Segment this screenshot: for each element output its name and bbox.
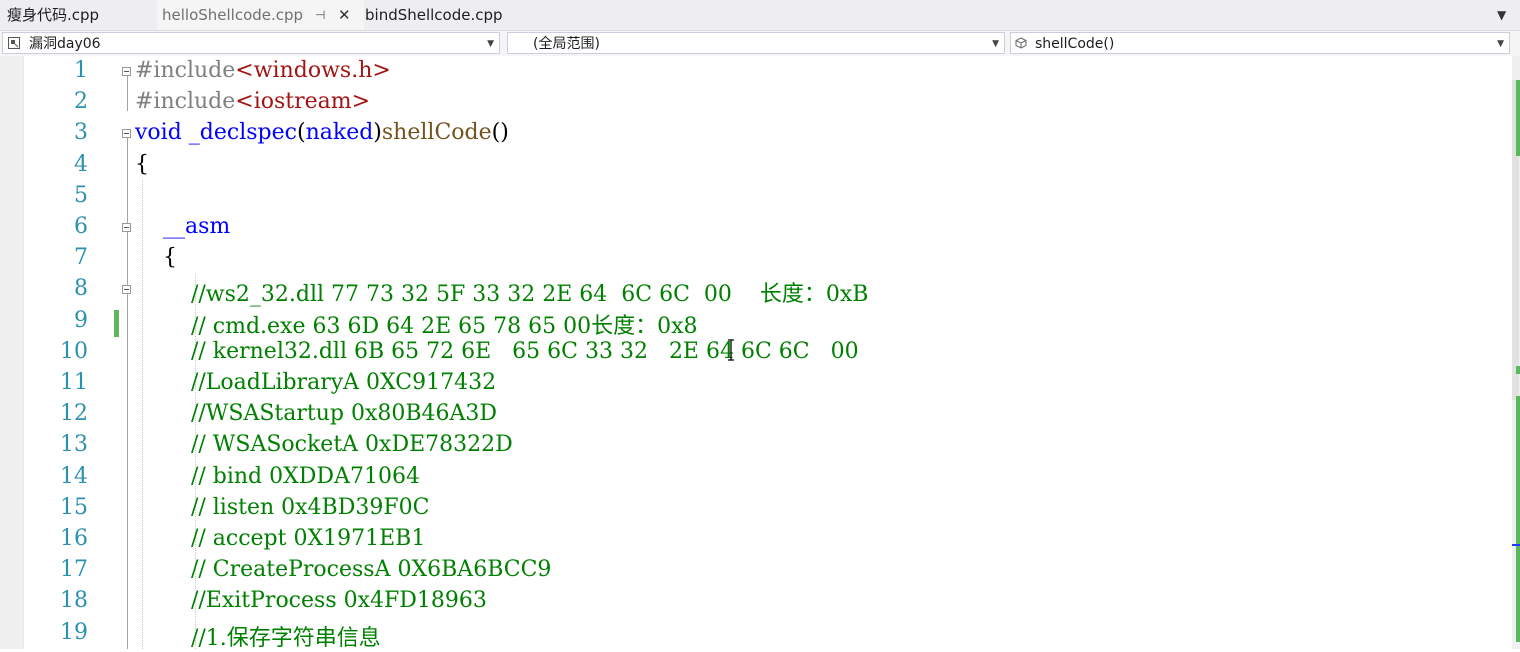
tab-label: helloShellcode.cpp	[162, 6, 304, 24]
code-line[interactable]: // cmd.exe 63 6D 64 2E 65 78 65 00长度：0x8	[135, 308, 698, 340]
fold-toggle-icon[interactable]	[122, 285, 131, 294]
fold-toggle-icon[interactable]	[122, 223, 131, 232]
line-number: 10	[60, 338, 88, 364]
code-line[interactable]: #include<iostream>	[135, 89, 370, 114]
project-dropdown[interactable]: 漏洞day06 ▼	[2, 32, 500, 54]
fold-toggle-icon[interactable]	[122, 67, 131, 76]
text-cursor-icon	[728, 339, 734, 361]
member-dropdown[interactable]: shellCode() ▼	[1010, 32, 1510, 54]
code-line[interactable]: //ws2_32.dll 77 73 32 5F 33 32 2E 64 6C …	[135, 276, 868, 308]
gutter-divider	[23, 56, 24, 649]
line-number: 12	[60, 401, 88, 427]
tab-shoushen-code[interactable]: 瘦身代码.cpp	[0, 0, 157, 30]
line-number: 3	[74, 120, 88, 146]
code-line[interactable]: //LoadLibraryA 0XC917432	[135, 370, 496, 395]
line-number: 7	[74, 245, 88, 271]
navigation-bar: 漏洞day06 ▼ (全局范围) ▼ shellCode() ▼	[0, 30, 1520, 58]
code-line[interactable]: //1.保存字符串信息	[135, 620, 381, 652]
change-overview-marker	[1516, 366, 1520, 374]
code-line[interactable]: // listen 0x4BD39F0C	[135, 495, 430, 520]
chevron-down-icon[interactable]: ▼	[992, 33, 999, 55]
code-line[interactable]: {	[135, 152, 149, 177]
line-number: 14	[60, 463, 88, 489]
tab-label: 瘦身代码.cpp	[7, 6, 100, 24]
chevron-down-icon[interactable]: ▼	[487, 33, 494, 55]
line-number: 5	[74, 182, 88, 208]
vertical-scrollbar[interactable]	[1512, 56, 1520, 649]
line-number: 18	[60, 588, 88, 614]
code-line[interactable]: //WSAStartup 0x80B46A3D	[135, 401, 497, 426]
caret-overview-marker	[1512, 544, 1520, 546]
line-number: 19	[60, 619, 88, 645]
fold-guide	[127, 138, 128, 649]
pin-icon[interactable]: ⊣	[315, 0, 325, 30]
fold-guide	[127, 76, 128, 111]
close-icon[interactable]: ✕	[338, 0, 351, 30]
code-line[interactable]: // kernel32.dll 6B 65 72 6E 65 6C 33 32 …	[135, 339, 859, 364]
project-icon	[8, 37, 20, 49]
code-line[interactable]: // CreateProcessA 0X6BA6BCC9	[135, 557, 551, 582]
code-line[interactable]: // WSASocketA 0xDE78322D	[135, 432, 513, 457]
line-number: 11	[60, 370, 88, 395]
change-overview-marker	[1516, 396, 1520, 642]
unsaved-change-marker	[114, 310, 119, 337]
line-number: 4	[74, 151, 88, 177]
line-number: 6	[74, 214, 88, 239]
line-number: 13	[60, 432, 88, 458]
scope-dropdown[interactable]: (全局范围) ▼	[507, 32, 1005, 54]
line-number: 8	[74, 276, 88, 302]
change-overview-marker	[1516, 80, 1520, 156]
line-number: 17	[60, 557, 88, 583]
selection-margin[interactable]	[0, 56, 23, 649]
code-line[interactable]: // bind 0XDDA71064	[135, 464, 420, 489]
line-number: 2	[74, 89, 88, 115]
document-tab-bar: 瘦身代码.cpp helloShellcode.cpp ⊣ ✕ bindShel…	[0, 0, 1520, 30]
chevron-down-icon[interactable]: ▼	[1497, 33, 1504, 55]
method-cube-icon	[1015, 37, 1027, 49]
tab-label: bindShellcode.cpp	[365, 6, 503, 24]
scope-name: (全局范围)	[533, 36, 600, 52]
member-name: shellCode()	[1035, 36, 1115, 52]
code-line[interactable]: {	[135, 245, 177, 270]
line-number: 9	[74, 307, 88, 333]
tab-overflow-icon[interactable]: ▼	[1497, 0, 1506, 30]
tab-bind-shellcode[interactable]: bindShellcode.cpp	[365, 0, 503, 30]
fold-toggle-icon[interactable]	[122, 129, 131, 138]
code-editor[interactable]: 1 2 3 4 5 6 7 8 9 10 11 12 13 14 15 16 17 18 19 #include<w…	[0, 56, 1512, 652]
code-line[interactable]: void _declspec(naked)shellCode()	[135, 120, 509, 145]
tab-hello-shellcode[interactable]: helloShellcode.cpp ⊣ ✕	[157, 0, 364, 30]
code-line[interactable]: #include<windows.h>	[135, 58, 391, 83]
project-name: 漏洞day06	[29, 36, 101, 52]
code-line[interactable]: //ExitProcess 0x4FD18963	[135, 588, 487, 613]
line-number: 15	[60, 494, 88, 520]
code-line[interactable]: __asm	[135, 214, 230, 239]
line-number: 16	[60, 526, 88, 551]
line-number: 1	[74, 58, 88, 83]
code-line[interactable]: // accept 0X1971EB1	[135, 526, 425, 551]
